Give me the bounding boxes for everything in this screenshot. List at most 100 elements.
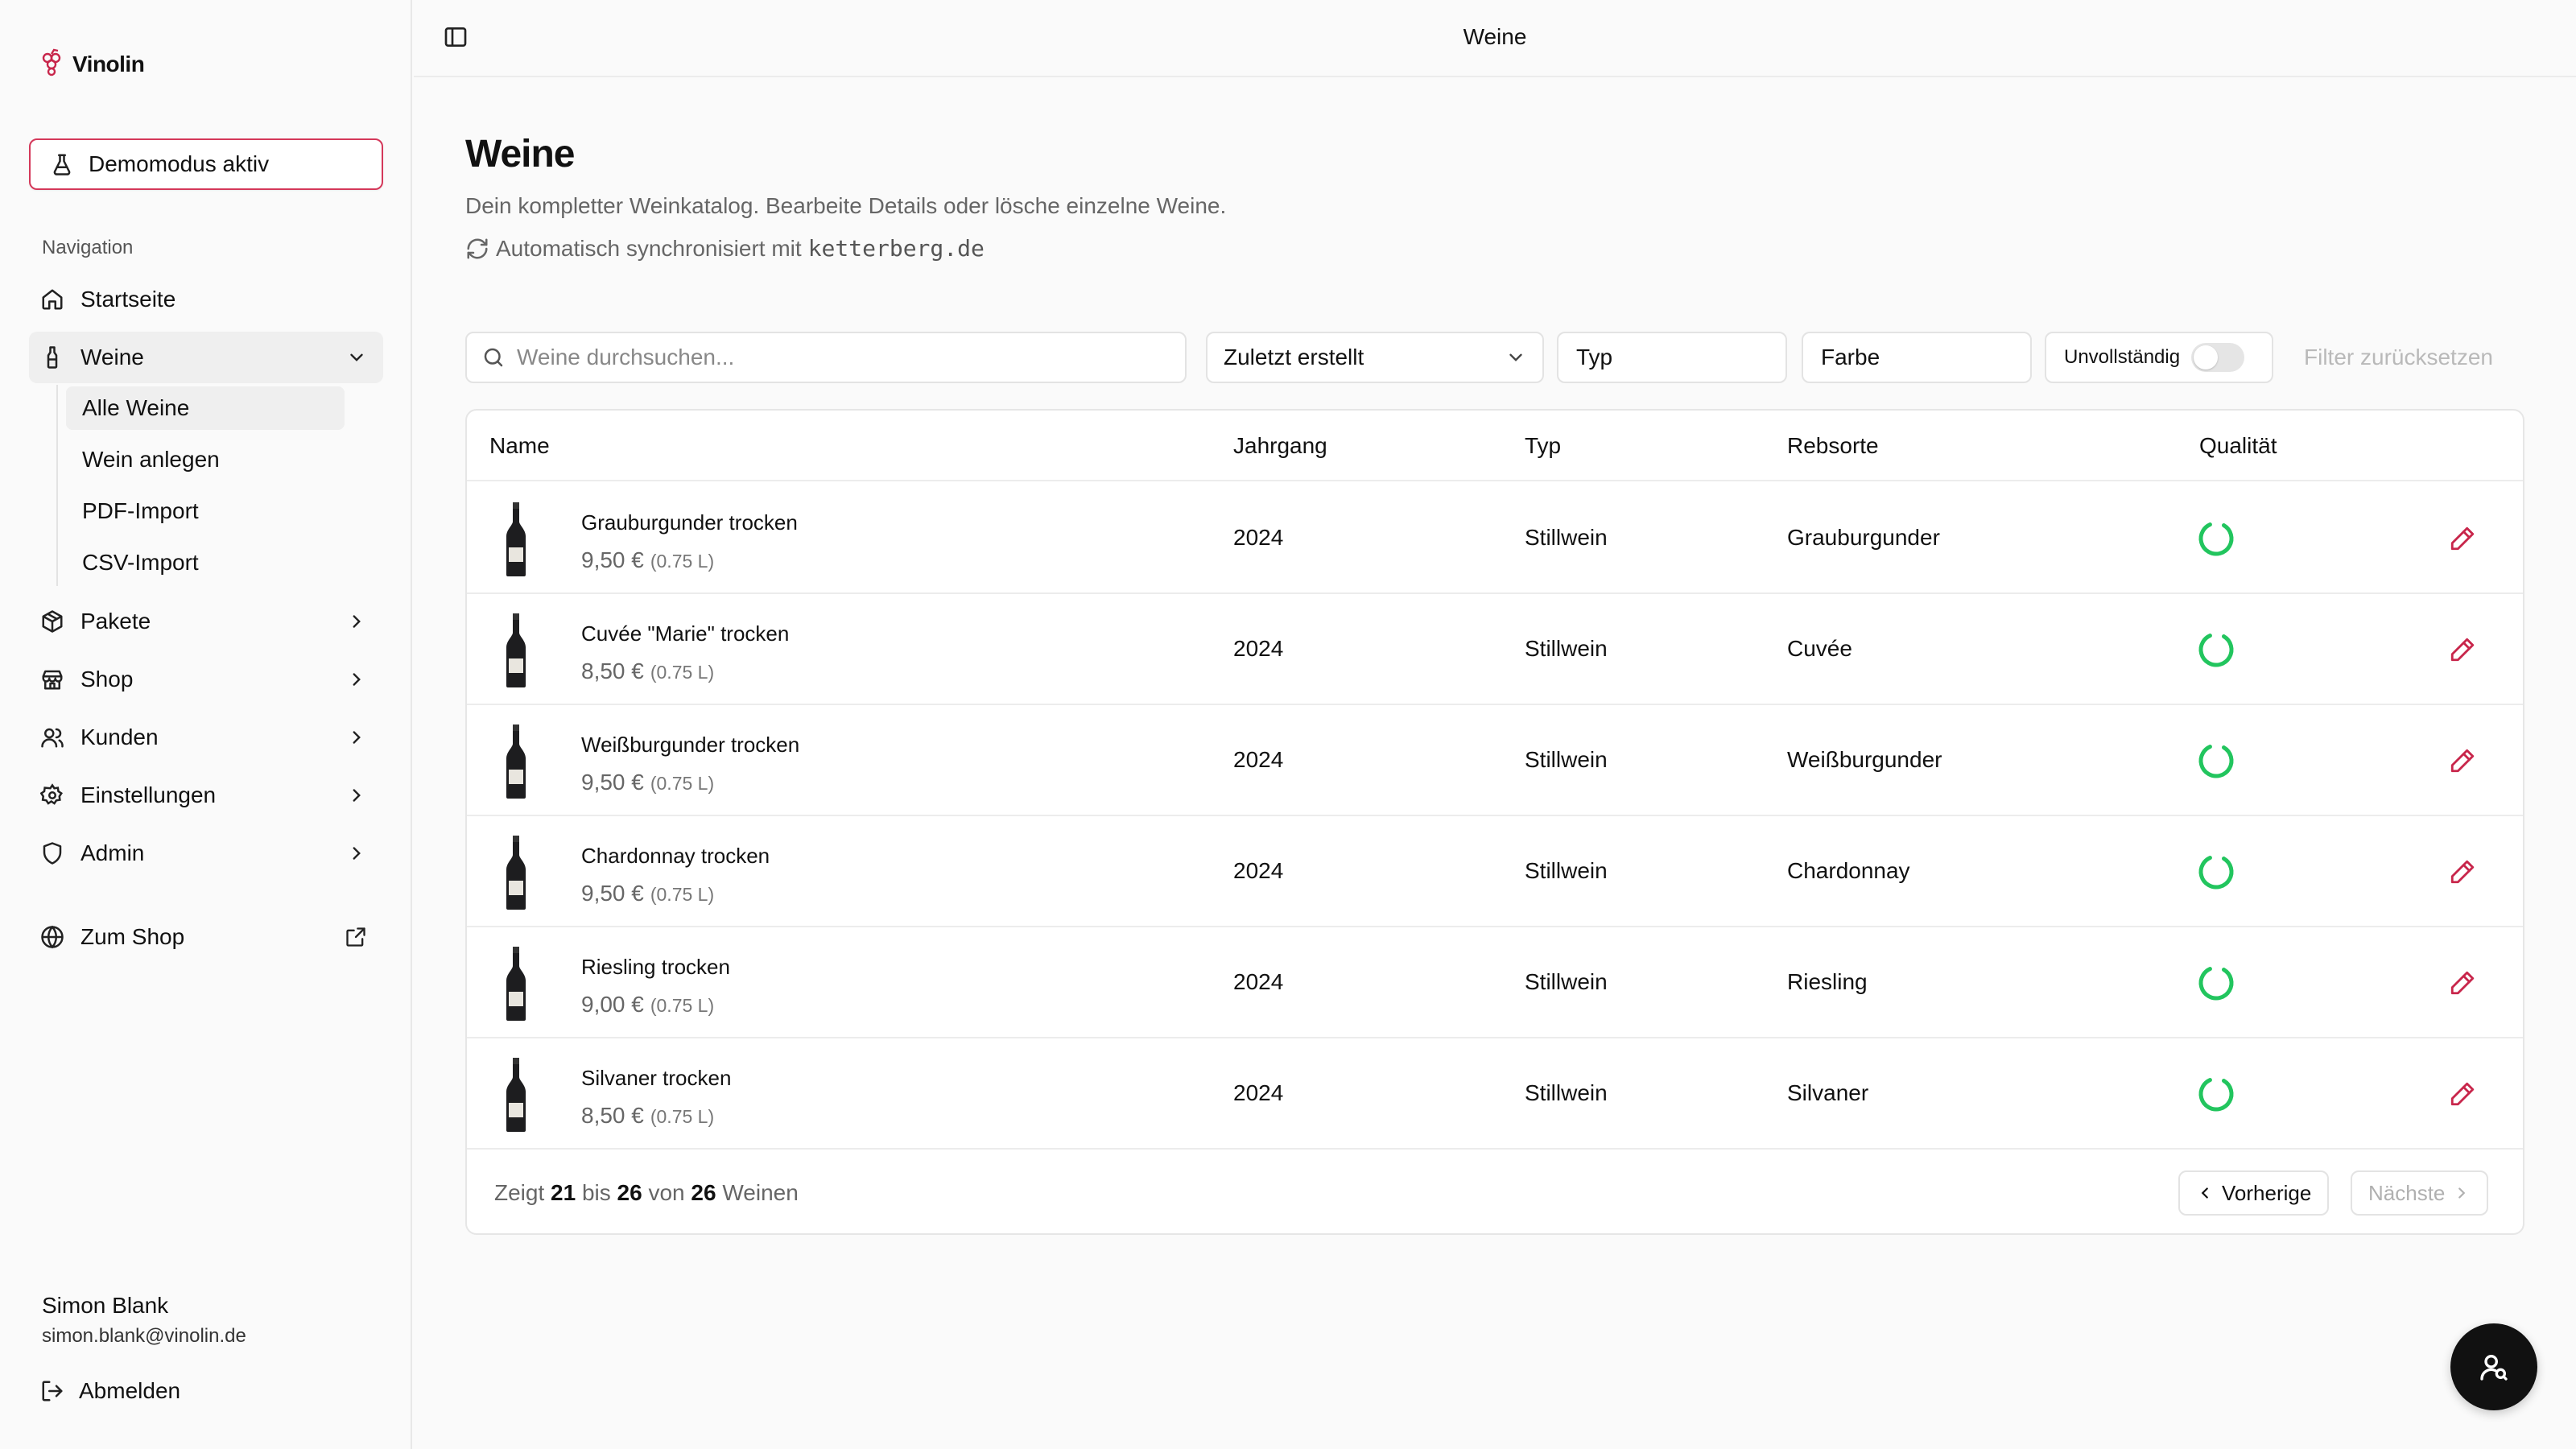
- wine-bottle-image: [496, 834, 536, 911]
- wine-volume: (0.75 L): [650, 1106, 715, 1127]
- users-icon: [40, 725, 64, 749]
- shield-icon: [40, 841, 64, 865]
- wine-year: 2024: [1233, 858, 1284, 883]
- external-link-icon: [345, 926, 367, 948]
- previous-page-button[interactable]: Vorherige: [2178, 1170, 2330, 1216]
- user-name: Simon Blank: [42, 1293, 169, 1318]
- wine-bottle-image: [496, 945, 536, 1022]
- column-header-jahrgang: Jahrgang: [1233, 433, 1327, 458]
- wine-type: Stillwein: [1525, 969, 1608, 994]
- topbar-title: Weine: [1463, 24, 1527, 49]
- table-row[interactable]: Weißburgunder trocken 9,50 € (0.75 L) 2024 S…: [467, 705, 2523, 816]
- edit-pencil-icon[interactable]: [2449, 747, 2476, 774]
- search-placeholder: Weine durchsuchen...: [517, 345, 735, 369]
- logout-label: Abmelden: [79, 1378, 181, 1403]
- sidebar-item-label: Admin: [80, 840, 145, 865]
- sidebar-item-label: Einstellungen: [80, 782, 217, 807]
- sidebar-item-label: Startseite: [80, 287, 176, 312]
- table-row[interactable]: Silvaner trocken 8,50 € (0.75 L) 2024 Stillw…: [467, 1038, 2523, 1150]
- quality-indicator-icon: [2196, 630, 2236, 670]
- globe-icon: [40, 925, 64, 949]
- sidebar-subitem-wein-anlegen[interactable]: Wein anlegen: [66, 438, 345, 481]
- edit-pencil-icon[interactable]: [2449, 525, 2476, 552]
- wine-volume: (0.75 L): [650, 773, 715, 794]
- logout-icon: [40, 1379, 64, 1403]
- chevron-down-icon: [1505, 347, 1526, 368]
- wine-grape: Chardonnay: [1787, 858, 1910, 883]
- table-row[interactable]: Cuvée "Marie" trocken 8,50 € (0.75 L) 2024 S…: [467, 594, 2523, 705]
- logo[interactable]: Vinolin: [40, 48, 145, 80]
- sidebar-item-kunden[interactable]: Kunden: [29, 712, 383, 763]
- sidebar-subitem-csv-import[interactable]: CSV-Import: [66, 541, 345, 584]
- incomplete-label: Unvollständig: [2064, 346, 2181, 368]
- logout-button[interactable]: Abmelden: [40, 1378, 180, 1404]
- pagination-total: 26: [691, 1180, 716, 1205]
- home-icon: [40, 287, 64, 312]
- wine-year: 2024: [1233, 747, 1284, 772]
- gear-icon: [40, 783, 64, 807]
- sidebar-item-weine[interactable]: Weine: [29, 332, 383, 383]
- sort-select[interactable]: Zuletzt erstellt: [1206, 332, 1544, 383]
- page-title: Weine: [465, 133, 575, 175]
- color-filter[interactable]: Farbe: [1802, 332, 2032, 383]
- table-row[interactable]: Riesling trocken 9,00 € (0.75 L) 2024 Stillw…: [467, 927, 2523, 1038]
- previous-label: Vorherige: [2222, 1180, 2312, 1205]
- sync-domain: ketterberg.de: [807, 235, 985, 262]
- wine-grape: Cuvée: [1787, 636, 1852, 661]
- user-search-icon: [2478, 1351, 2510, 1383]
- wine-year: 2024: [1233, 1080, 1284, 1105]
- quality-indicator-icon: [2196, 1074, 2236, 1114]
- wine-price-value: 9,50 €: [581, 881, 644, 906]
- sidebar-item-zum-shop[interactable]: Zum Shop: [29, 911, 383, 963]
- sync-status: Automatisch synchronisiert mit ketterber…: [465, 235, 985, 262]
- wine-price-value: 9,50 €: [581, 547, 644, 572]
- incomplete-toggle[interactable]: [2191, 343, 2245, 372]
- demo-mode-button[interactable]: Demomodus aktiv: [29, 138, 383, 190]
- topbar: Weine: [414, 0, 2576, 77]
- refresh-icon: [465, 237, 489, 261]
- chevron-right-icon: [346, 727, 367, 748]
- sidebar: Vinolin Demomodus aktiv Navigation Start…: [0, 0, 412, 1449]
- wine-name[interactable]: Cuvée "Marie" trocken: [581, 621, 789, 646]
- incomplete-filter: Unvollständig: [2045, 332, 2273, 383]
- sidebar-item-label: Zum Shop: [80, 924, 185, 949]
- chevron-right-icon: [346, 611, 367, 632]
- wine-name[interactable]: Weißburgunder trocken: [581, 733, 799, 758]
- reset-filters-button[interactable]: Filter zurücksetzen: [2304, 345, 2493, 370]
- sidebar-item-label: Kunden: [80, 724, 159, 749]
- edit-pencil-icon[interactable]: [2449, 636, 2476, 663]
- edit-pencil-icon[interactable]: [2449, 858, 2476, 886]
- wine-icon: [40, 345, 64, 369]
- wine-year: 2024: [1233, 969, 1284, 994]
- column-header-rebsorte: Rebsorte: [1787, 433, 1879, 458]
- sidebar-item-shop[interactable]: Shop: [29, 654, 383, 705]
- edit-pencil-icon[interactable]: [2449, 1080, 2476, 1108]
- sidebar-item-label: Weine: [80, 345, 144, 369]
- search-input[interactable]: Weine durchsuchen...: [465, 332, 1187, 383]
- pagination-summary: Zeigt 21 bis 26 von 26 Weinen: [494, 1180, 799, 1206]
- sidebar-item-startseite[interactable]: Startseite: [29, 274, 383, 325]
- sidebar-item-pakete[interactable]: Pakete: [29, 596, 383, 647]
- user-email: simon.blank@vinolin.de: [42, 1325, 246, 1347]
- edit-pencil-icon[interactable]: [2449, 969, 2476, 997]
- wine-name[interactable]: Riesling trocken: [581, 955, 730, 980]
- wine-name[interactable]: Grauburgunder trocken: [581, 510, 798, 535]
- next-page-button[interactable]: Nächste: [2351, 1170, 2489, 1216]
- pagination-prefix: Zeigt: [494, 1180, 545, 1205]
- wine-volume: (0.75 L): [650, 662, 715, 683]
- wine-name[interactable]: Chardonnay trocken: [581, 844, 770, 869]
- sidebar-subitem-alle-weine[interactable]: Alle Weine: [66, 386, 345, 430]
- wine-year: 2024: [1233, 636, 1284, 661]
- sidebar-subitem-pdf-import[interactable]: PDF-Import: [66, 489, 345, 533]
- wine-price: 9,00 € (0.75 L): [581, 992, 714, 1018]
- type-filter[interactable]: Typ: [1557, 332, 1787, 383]
- wine-price-value: 8,50 €: [581, 1103, 644, 1128]
- table-row[interactable]: Grauburgunder trocken 9,50 € (0.75 L) 2024 S…: [467, 483, 2523, 594]
- sidebar-item-einstellungen[interactable]: Einstellungen: [29, 770, 383, 821]
- wine-name[interactable]: Silvaner trocken: [581, 1066, 731, 1091]
- table-row[interactable]: Chardonnay trocken 9,50 € (0.75 L) 2024 Stil…: [467, 816, 2523, 927]
- sidebar-item-admin[interactable]: Admin: [29, 828, 383, 879]
- wine-price: 9,50 € (0.75 L): [581, 881, 714, 906]
- wine-price: 8,50 € (0.75 L): [581, 658, 714, 684]
- user-search-fab[interactable]: [2450, 1323, 2537, 1410]
